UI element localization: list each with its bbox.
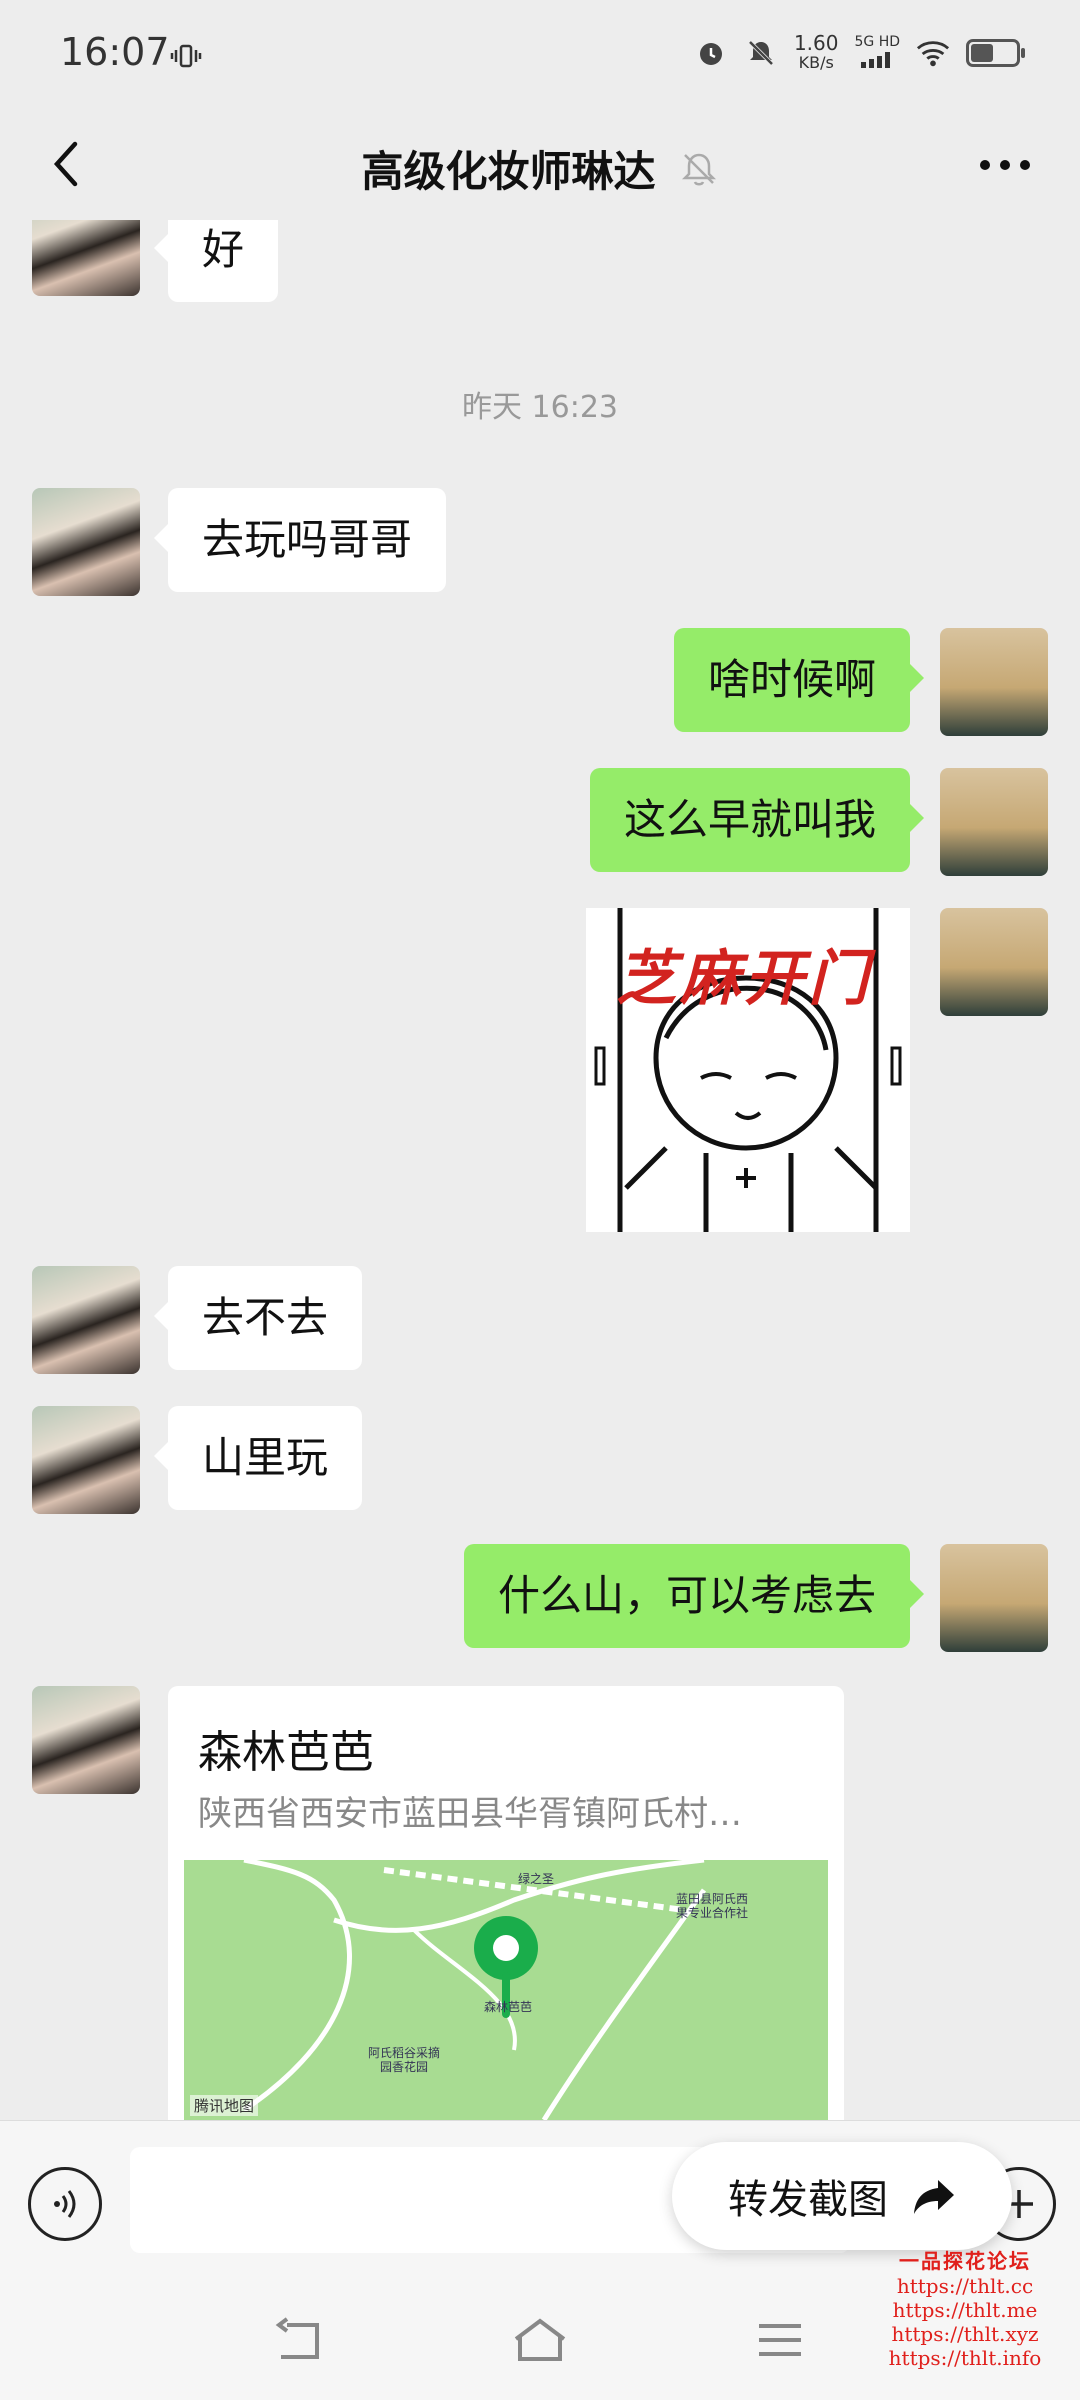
map-label: 果专业合作社	[676, 1906, 749, 1920]
home-nav-icon	[514, 2318, 566, 2361]
wifi-icon	[916, 36, 950, 70]
more-button[interactable]	[970, 140, 1040, 190]
message-bubble-left[interactable]: 好	[153, 220, 279, 302]
sticker-text: 芝麻开门	[616, 944, 872, 1014]
sticker-image[interactable]: 芝麻开门	[586, 908, 910, 1232]
message-bubble-left[interactable]: 去不去	[153, 1266, 363, 1370]
nav-back-button[interactable]	[265, 2310, 335, 2370]
message-bubble-right[interactable]: 什么山，可以考虑去	[463, 1544, 925, 1648]
back-nav-icon	[275, 2317, 319, 2359]
vibrate-icon	[170, 42, 202, 77]
menu-nav-icon	[759, 2324, 801, 2356]
contact-avatar[interactable]	[32, 1266, 140, 1374]
title-wrap: 高级化妆师琳达	[0, 138, 1080, 199]
map-label: 园香花园	[380, 2060, 429, 2074]
status-icons: 1.60 KB/s 5G HD	[694, 32, 1025, 74]
network-type: 5G HD	[854, 34, 900, 50]
my-avatar[interactable]	[940, 1544, 1048, 1652]
map-brand: 腾讯地图	[190, 2095, 259, 2116]
map-label: 绿之圣	[518, 1872, 555, 1886]
speed-unit: KB/s	[798, 53, 834, 72]
signal-icon: 5G HD	[854, 32, 900, 74]
forward-screenshot-button[interactable]: 转发截图	[672, 2142, 1012, 2250]
chat-header: 高级化妆师琳达	[0, 110, 1080, 220]
nav-menu-button[interactable]	[745, 2310, 815, 2370]
status-bar: 16:07 1.60 KB/s 5G HD	[0, 0, 1080, 110]
watermark-url: https://thlt.info	[888, 2346, 1042, 2370]
contact-avatar[interactable]	[32, 1686, 140, 1794]
message-bubble-left[interactable]: 去玩吗哥哥	[153, 488, 447, 592]
chat-title: 高级化妆师琳达	[361, 147, 656, 196]
mute-icon	[744, 36, 778, 70]
contact-avatar[interactable]	[32, 488, 140, 596]
forward-label: 转发截图	[728, 2177, 888, 2223]
my-avatar[interactable]	[940, 768, 1048, 876]
watermark-url: https://thlt.cc	[896, 2274, 1034, 2298]
contact-avatar[interactable]	[32, 220, 140, 296]
battery-icon	[966, 39, 1025, 67]
location-address: 陕西省西安市蓝田县华胥镇阿氏村…	[198, 1794, 742, 1834]
message-bubble-right[interactable]: 这么早就叫我	[589, 768, 925, 872]
map-label: 森林芭芭	[484, 2000, 533, 2014]
message-bubble-left[interactable]: 山里玩	[153, 1406, 363, 1510]
status-time: 16:07	[60, 30, 170, 74]
more-dots-icon	[980, 160, 1030, 170]
contact-avatar[interactable]	[32, 1406, 140, 1514]
voice-button[interactable]	[28, 2167, 102, 2241]
chat-timestamp: 昨天 16:23	[462, 390, 618, 425]
alarm-icon	[694, 36, 728, 70]
watermark-url: https://thlt.me	[892, 2298, 1038, 2322]
location-map[interactable]: 绿之圣 蓝田县阿氏西 果专业合作社 森林芭芭 阿氏稻谷采摘 园香花园 腾讯地图	[184, 1860, 828, 2120]
watermark-url: https://thlt.xyz	[891, 2322, 1039, 2346]
my-avatar[interactable]	[940, 628, 1048, 736]
bell-off-icon	[681, 153, 716, 185]
voice-icon	[54, 2190, 76, 2218]
location-card[interactable]: 森林芭芭 陕西省西安市蓝田县华胥镇阿氏村… 绿之圣 蓝田县阿氏西 果专业合作社 …	[168, 1686, 844, 2120]
chat-area[interactable]: 好 昨天 16:23 去玩吗哥哥 啥时候啊 这么早就叫我 芝麻开门 去不去 山里…	[0, 220, 1080, 2120]
watermark-title: 一品探花论坛	[899, 2249, 1031, 2273]
network-speed: 1.60 KB/s	[794, 33, 839, 73]
share-arrow-icon	[914, 2180, 954, 2214]
location-name: 森林芭芭	[198, 1727, 374, 1778]
message-bubble-right[interactable]: 啥时候啊	[673, 628, 925, 732]
nav-home-button[interactable]	[505, 2310, 575, 2370]
watermark: 一品探花论坛 https://thlt.cc https://thlt.me h…	[860, 2245, 1070, 2370]
speed-value: 1.60	[793, 31, 839, 55]
my-avatar[interactable]	[940, 908, 1048, 1016]
